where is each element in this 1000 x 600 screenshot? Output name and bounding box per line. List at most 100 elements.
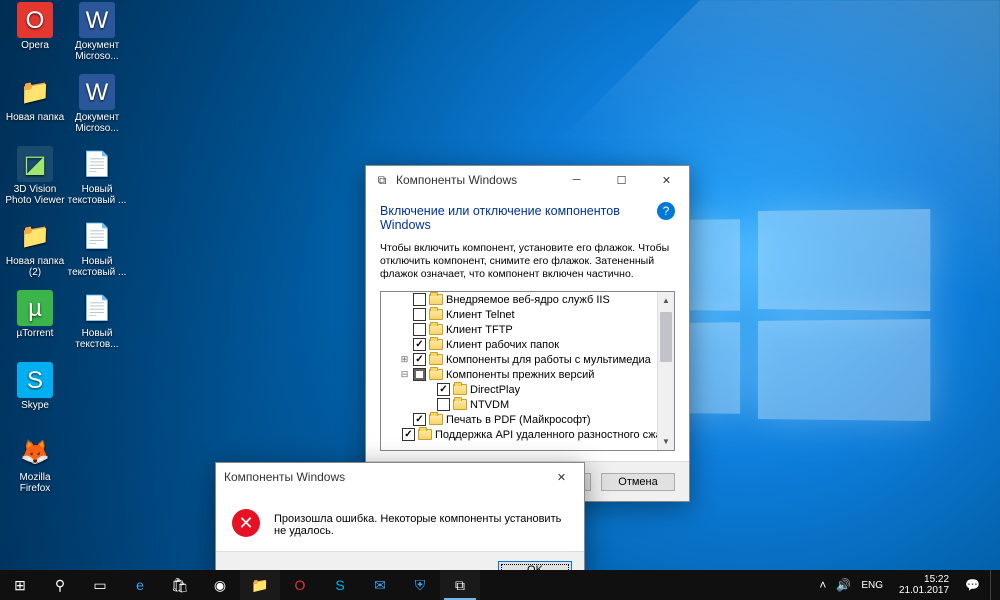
icon-label: Новая папка (4, 112, 66, 123)
desktop-icon[interactable]: 📄Новый текстовый ... (66, 218, 128, 278)
tree-item[interactable]: Клиент Telnet (381, 307, 674, 322)
app-icon: 🦊 (17, 434, 53, 470)
icon-label: Новый текстовый ... (66, 184, 128, 206)
folder-icon (429, 294, 443, 305)
taskbar-app-edge[interactable]: e (120, 570, 160, 600)
taskbar-app-security[interactable]: ⛨ (400, 570, 440, 600)
icon-label: Документ Microso... (66, 40, 128, 62)
icon-label: µTorrent (4, 328, 66, 339)
desktop-icon[interactable]: ◪3D Vision Photo Viewer (4, 146, 66, 206)
app-icon: O (17, 2, 53, 38)
error-icon: ✕ (232, 509, 260, 537)
tree-item[interactable]: DirectPlay (381, 382, 674, 397)
checkbox[interactable] (413, 323, 426, 336)
task-view-button[interactable]: ▭ (80, 570, 120, 600)
collapse-icon[interactable]: ⊟ (399, 369, 410, 380)
scroll-thumb[interactable] (660, 312, 672, 362)
taskbar-app-store[interactable]: 🛍 (160, 570, 200, 600)
tree-item[interactable]: NTVDM (381, 397, 674, 412)
checkbox[interactable] (402, 428, 415, 441)
icon-label: Документ Microso... (66, 112, 128, 134)
tree-item[interactable]: Клиент TFTP (381, 322, 674, 337)
app-icon: 📄 (79, 146, 115, 182)
shield-icon: ⛨ (410, 575, 430, 595)
icon-label: Skype (4, 400, 66, 411)
expand-icon[interactable]: ⊞ (399, 354, 410, 365)
help-icon[interactable]: ? (657, 202, 675, 220)
folder-icon (453, 399, 467, 410)
desktop-icon[interactable]: OOpera (4, 2, 66, 51)
tree-item-label: Клиент Telnet (446, 309, 515, 321)
taskbar-app-skype[interactable]: S (320, 570, 360, 600)
titlebar[interactable]: ⧉ Компоненты Windows ─ ☐ ✕ (366, 166, 689, 194)
tree-item[interactable]: Внедряемое веб-ядро служб IIS (381, 292, 674, 307)
window-title: Компоненты Windows (224, 470, 345, 484)
app-icon: ⧉ (374, 172, 390, 188)
date: 21.01.2017 (899, 585, 949, 596)
tree-item[interactable]: Поддержка API удаленного разностного сжа… (381, 427, 674, 442)
folder-icon (429, 309, 443, 320)
desktop-icon[interactable]: 📁Новая папка (4, 74, 66, 123)
app-icon: W (79, 2, 115, 38)
scroll-down-icon[interactable]: ▼ (658, 433, 674, 450)
dialog-heading: Включение или отключение компонентов Win… (380, 204, 675, 232)
tray-overflow-icon[interactable]: ˄ (819, 578, 826, 592)
checkbox[interactable] (413, 338, 426, 351)
folder-icon (453, 384, 467, 395)
language-indicator[interactable]: ENG (861, 580, 883, 591)
search-button[interactable]: ⚲ (40, 570, 80, 600)
tree-item-label: Внедряемое веб-ядро служб IIS (446, 294, 610, 306)
tree-item[interactable]: ⊞Компоненты для работы с мультимедиа (381, 352, 674, 367)
dialog-description: Чтобы включить компонент, установите его… (366, 238, 689, 291)
taskbar-app-opera[interactable]: O (280, 570, 320, 600)
close-button[interactable]: ✕ (539, 463, 584, 491)
scroll-up-icon[interactable]: ▲ (658, 292, 674, 309)
tree-item[interactable]: Печать в PDF (Майкрософт) (381, 412, 674, 427)
task-view-icon: ▭ (90, 575, 110, 595)
clock[interactable]: 15:22 21.01.2017 (893, 574, 955, 596)
show-desktop-button[interactable] (990, 570, 996, 600)
desktop-icon[interactable]: 🦊Mozilla Firefox (4, 434, 66, 494)
app-icon: ◪ (17, 146, 53, 182)
desktop-icon[interactable]: 📄Новый текстовый ... (66, 146, 128, 206)
desktop-icon[interactable]: 📁Новая папка (2) (4, 218, 66, 278)
taskbar-app-mail[interactable]: ✉ (360, 570, 400, 600)
taskbar-app-explorer[interactable]: 📁 (240, 570, 280, 600)
start-button[interactable]: ⊞ (0, 570, 40, 600)
tree-item-label: NTVDM (470, 399, 509, 411)
desktop[interactable]: OOperaWДокумент Microso...📁Новая папкаWД… (0, 0, 1000, 570)
system-tray: ˄ 🔊 ENG 15:22 21.01.2017 💬 (815, 570, 1000, 600)
app-icon: 📄 (79, 290, 115, 326)
volume-icon[interactable]: 🔊 (836, 578, 851, 592)
features-tree[interactable]: Внедряемое веб-ядро служб IIS Клиент Teln… (380, 291, 675, 451)
icon-label: Новая папка (2) (4, 256, 66, 278)
search-icon: ⚲ (50, 575, 70, 595)
checkbox[interactable] (437, 398, 450, 411)
scrollbar[interactable]: ▲ ▼ (657, 292, 674, 450)
folder-icon (418, 429, 432, 440)
tree-item-label: Клиент рабочих папок (446, 339, 559, 351)
edge-icon: e (130, 575, 150, 595)
notifications-icon[interactable]: 💬 (965, 578, 980, 592)
close-button[interactable]: ✕ (644, 166, 689, 194)
tree-item[interactable]: ⊟Компоненты прежних версий (381, 367, 674, 382)
desktop-icon[interactable]: 📄Новый текстов... (66, 290, 128, 350)
checkbox[interactable] (413, 293, 426, 306)
taskbar-app-features[interactable]: ⧉ (440, 570, 480, 600)
maximize-button[interactable]: ☐ (599, 166, 644, 194)
desktop-icon[interactable]: µµTorrent (4, 290, 66, 339)
cancel-button[interactable]: Отмена (601, 473, 675, 491)
minimize-button[interactable]: ─ (554, 166, 599, 194)
checkbox[interactable] (413, 308, 426, 321)
tree-item[interactable]: Клиент рабочих папок (381, 337, 674, 352)
desktop-icon[interactable]: WДокумент Microso... (66, 74, 128, 134)
checkbox[interactable] (413, 353, 426, 366)
titlebar[interactable]: Компоненты Windows ✕ (216, 463, 584, 491)
taskbar: ⊞ ⚲ ▭ e 🛍 ◉ 📁 O S ✉ ⛨ ⧉ ˄ 🔊 ENG 15:22 21… (0, 570, 1000, 600)
checkbox[interactable] (413, 368, 426, 381)
checkbox[interactable] (413, 413, 426, 426)
checkbox[interactable] (437, 383, 450, 396)
taskbar-app-chrome[interactable]: ◉ (200, 570, 240, 600)
desktop-icon[interactable]: WДокумент Microso... (66, 2, 128, 62)
desktop-icon[interactable]: SSkype (4, 362, 66, 411)
